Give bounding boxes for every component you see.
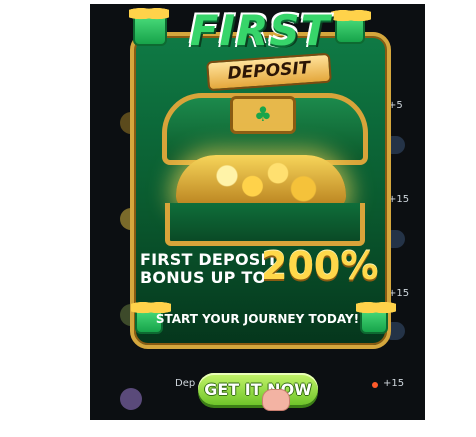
get-it-now-button[interactable]: GET IT NOW xyxy=(198,373,318,405)
bonus-line-1: FIRST DEPOSIT xyxy=(140,250,278,269)
bonus-percent: 200% xyxy=(261,244,379,288)
list-value-4: +15 xyxy=(383,378,405,389)
gold-coins xyxy=(176,155,346,207)
promo-title: FIRST xyxy=(189,6,331,55)
promo-subtitle: START YOUR JOURNEY TODAY! xyxy=(155,312,360,326)
deposit-tag-label: DEPOSIT xyxy=(226,58,311,84)
clover-badge: ♣ xyxy=(230,96,296,134)
list-value-2: +15 xyxy=(388,194,410,205)
bonus-line-2: BONUS UP TO xyxy=(140,268,267,287)
clover-icon: ♣ xyxy=(254,102,272,126)
treasure-chest-base xyxy=(165,203,365,246)
list-partial-label: Dep xyxy=(175,378,196,389)
gift-icon xyxy=(331,6,371,44)
fire-icon xyxy=(372,382,378,388)
list-icon-4 xyxy=(120,388,142,410)
gift-icon xyxy=(129,4,169,46)
hand-pointer-icon xyxy=(262,389,290,411)
